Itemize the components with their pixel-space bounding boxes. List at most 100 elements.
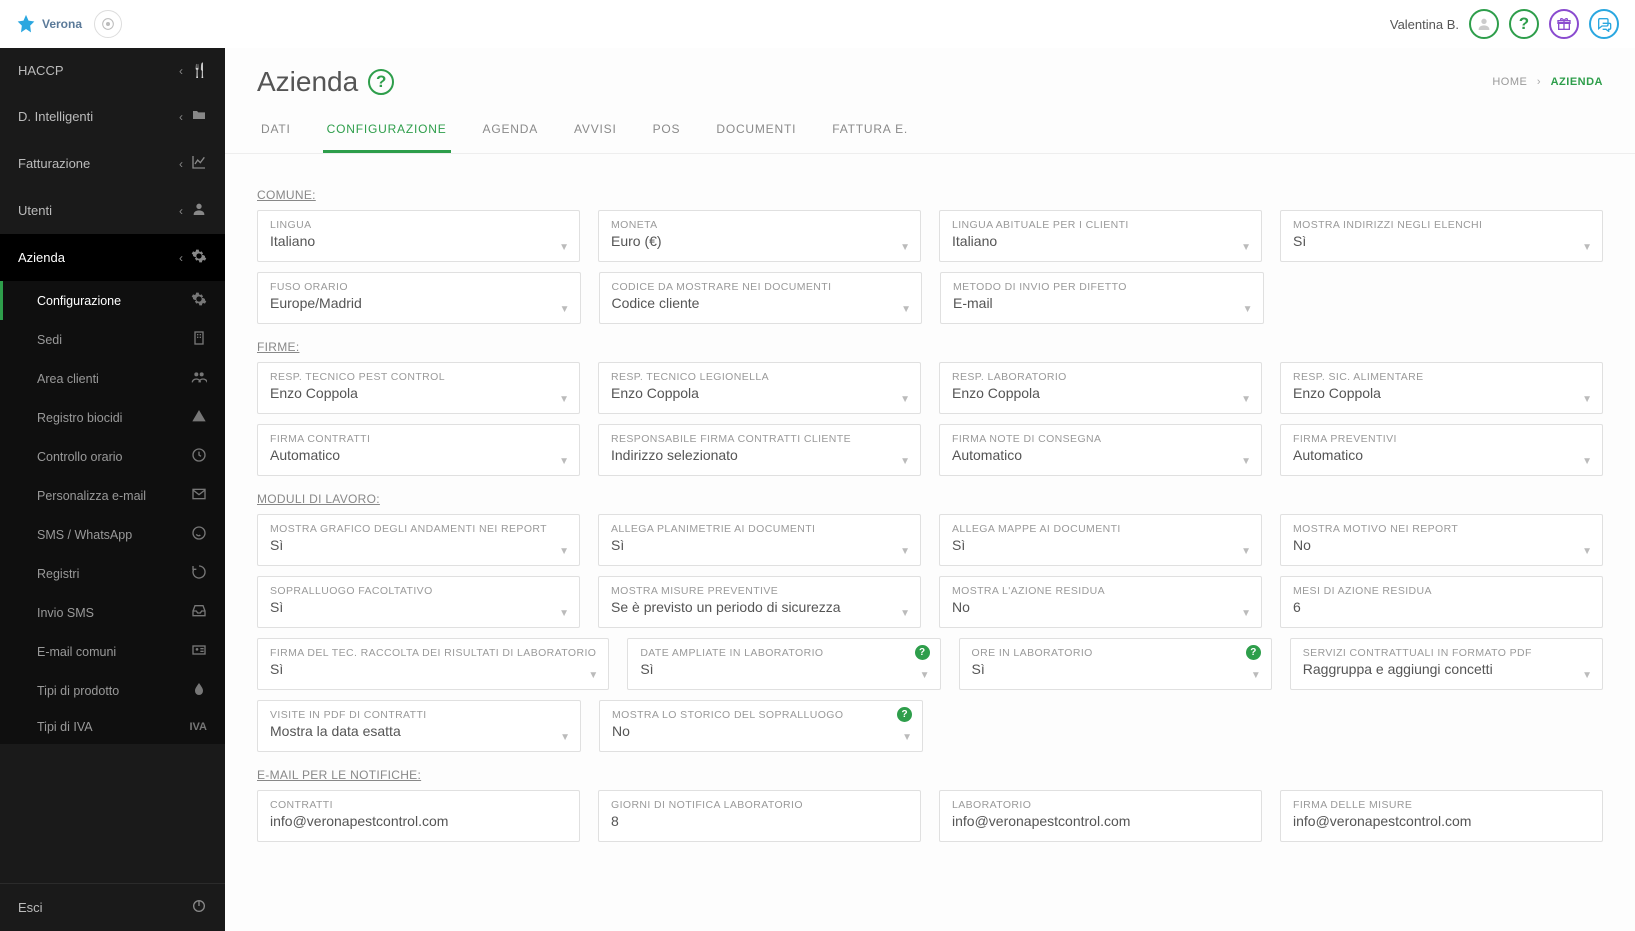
sub-sedi[interactable]: Sedi	[0, 320, 225, 359]
sub-area-clienti[interactable]: Area clienti	[0, 359, 225, 398]
tab-documenti[interactable]: DOCUMENTI	[712, 108, 800, 153]
field-firma-preventivi[interactable]: FIRMA PREVENTIVIAutomatico▼	[1280, 424, 1603, 476]
brand-text: Verona	[42, 17, 82, 31]
field-mostra-indirizzi[interactable]: MOSTRA INDIRIZZI NEGLI ELENCHISì▼	[1280, 210, 1603, 262]
field-mostra-grafico[interactable]: MOSTRA GRAFICO DEGLI ANDAMENTI NEI REPOR…	[257, 514, 580, 566]
sub-personalizza-email[interactable]: Personalizza e-mail	[0, 476, 225, 515]
field-servizi-contrattuali-pdf[interactable]: SERVIZI CONTRATTUALI IN FORMATO PDFRaggr…	[1290, 638, 1603, 690]
field-resp-pest-control[interactable]: RESP. TECNICO PEST CONTROLEnzo Coppola▼	[257, 362, 580, 414]
sidebar-item-fatturazione[interactable]: Fatturazione ‹	[0, 140, 225, 187]
user-name: Valentina B.	[1390, 17, 1459, 32]
chevron-down-icon: ▼	[1582, 546, 1592, 557]
field-metodo-invio[interactable]: METODO DI INVIO PER DIFETTOE-mail▼	[940, 272, 1264, 324]
sub-configurazione[interactable]: Configurazione	[0, 281, 225, 320]
sidebar-exit[interactable]: Esci	[0, 883, 225, 931]
sub-invio-sms[interactable]: Invio SMS	[0, 593, 225, 632]
sidebar-item-intelligenti[interactable]: D. Intelligenti ‹	[0, 93, 225, 140]
chevron-down-icon: ▼	[901, 304, 911, 315]
tab-dati[interactable]: DATI	[257, 108, 295, 153]
field-resp-laboratorio[interactable]: RESP. LABORATORIOEnzo Coppola▼	[939, 362, 1262, 414]
app-logo[interactable]: Verona	[16, 14, 82, 34]
user-icon	[191, 201, 207, 220]
iva-badge: IVA	[189, 721, 207, 733]
target-icon	[100, 16, 116, 32]
help-button[interactable]: ?	[1509, 9, 1539, 39]
folder-icon	[191, 107, 207, 126]
sidebar-item-utenti[interactable]: Utenti ‹	[0, 187, 225, 234]
field-lingua[interactable]: LINGUAItaliano▼	[257, 210, 580, 262]
building-icon	[191, 330, 207, 349]
sidebar-submenu: Configurazione Sedi Area clienti Registr…	[0, 281, 225, 744]
section-comune-title: COMUNE:	[257, 188, 1603, 202]
field-help-icon[interactable]: ?	[897, 707, 912, 722]
tab-agenda[interactable]: AGENDA	[479, 108, 542, 153]
field-firma-contratti[interactable]: FIRMA CONTRATTIAutomatico▼	[257, 424, 580, 476]
field-ore-laboratorio[interactable]: ?ORE IN LABORATORIOSì▼	[959, 638, 1272, 690]
field-sopralluogo-facoltativo[interactable]: SOPRALLUOGO FACOLTATIVOSì▼	[257, 576, 580, 628]
id-card-icon	[191, 642, 207, 661]
field-giorni-notifica-lab[interactable]: GIORNI DI NOTIFICA LABORATORIO8	[598, 790, 921, 842]
tab-pos[interactable]: POS	[649, 108, 685, 153]
field-resp-sic-alimentare[interactable]: RESP. SIC. ALIMENTAREEnzo Coppola▼	[1280, 362, 1603, 414]
chevron-down-icon: ▼	[560, 732, 570, 743]
field-visite-pdf-contratti[interactable]: VISITE IN PDF DI CONTRATTIMostra la data…	[257, 700, 581, 752]
field-email-firma-misure[interactable]: FIRMA DELLE MISUREinfo@veronapestcontrol…	[1280, 790, 1603, 842]
user-avatar-button[interactable]	[1469, 9, 1499, 39]
sub-sms-whatsapp[interactable]: SMS / WhatsApp	[0, 515, 225, 554]
field-moneta[interactable]: MONETAEuro (€)▼	[598, 210, 921, 262]
field-resp-firma-cliente[interactable]: RESPONSABILE FIRMA CONTRATTI CLIENTEIndi…	[598, 424, 921, 476]
sub-tipi-prodotto[interactable]: Tipi di prodotto	[0, 671, 225, 710]
section-moduli-title: MODULI DI LAVORO:	[257, 492, 1603, 506]
section-firme-title: FIRME:	[257, 340, 1603, 354]
topbar: Verona Valentina B. ?	[0, 0, 1635, 48]
field-mostra-misure-preventive[interactable]: MOSTRA MISURE PREVENTIVESe è previsto un…	[598, 576, 921, 628]
sidebar-item-haccp[interactable]: HACCP ‹ 🍴	[0, 48, 225, 93]
section-email-title: E-MAIL PER LE NOTIFICHE:	[257, 768, 1603, 782]
history-icon	[191, 564, 207, 583]
pin-sidebar-button[interactable]	[94, 10, 122, 38]
whatsapp-icon	[191, 525, 207, 544]
clock-icon	[191, 447, 207, 466]
chat-button[interactable]	[1589, 9, 1619, 39]
field-date-ampliate-lab[interactable]: ?DATE AMPLIATE IN LABORATORIOSì▼	[627, 638, 940, 690]
field-allega-mappe[interactable]: ALLEGA MAPPE AI DOCUMENTISì▼	[939, 514, 1262, 566]
tabs: DATI CONFIGURAZIONE AGENDA AVVISI POS DO…	[225, 108, 1635, 154]
breadcrumb-home[interactable]: HOME	[1492, 76, 1527, 88]
field-codice-documenti[interactable]: CODICE DA MOSTRARE NEI DOCUMENTICodice c…	[599, 272, 923, 324]
chevron-down-icon: ▼	[1241, 394, 1251, 405]
sub-email-comuni[interactable]: E-mail comuni	[0, 632, 225, 671]
field-mostra-azione-residua[interactable]: MOSTRA L'AZIONE RESIDUANo▼	[939, 576, 1262, 628]
field-mesi-azione-residua[interactable]: MESI DI AZIONE RESIDUA6	[1280, 576, 1603, 628]
page-header: Azienda ? HOME › AZIENDA	[225, 48, 1635, 108]
tab-fattura-e[interactable]: FATTURA E.	[828, 108, 912, 153]
chevron-down-icon: ▼	[900, 394, 910, 405]
sidebar-item-azienda[interactable]: Azienda ‹	[0, 234, 225, 281]
tab-avvisi[interactable]: AVVISI	[570, 108, 621, 153]
sub-tipi-iva[interactable]: Tipi di IVAIVA	[0, 710, 225, 744]
chevron-down-icon: ▼	[1582, 242, 1592, 253]
field-mostra-storico-sopralluogo[interactable]: ?MOSTRA LO STORICO DEL SOPRALLUOGONo▼	[599, 700, 923, 752]
field-help-icon[interactable]: ?	[1246, 645, 1261, 660]
chart-icon	[191, 154, 207, 173]
field-firma-tec-risultati[interactable]: FIRMA DEL TEC. RACCOLTA DEI RISULTATI DI…	[257, 638, 609, 690]
field-email-contratti[interactable]: CONTRATTIinfo@veronapestcontrol.com	[257, 790, 580, 842]
user-icon	[1476, 16, 1492, 32]
field-mostra-motivo[interactable]: MOSTRA MOTIVO NEI REPORTNo▼	[1280, 514, 1603, 566]
gift-button[interactable]	[1549, 9, 1579, 39]
chevron-down-icon: ▼	[902, 732, 912, 743]
page-help-button[interactable]: ?	[368, 69, 394, 95]
sub-registri[interactable]: Registri	[0, 554, 225, 593]
chevron-down-icon: ▼	[559, 394, 569, 405]
tab-configurazione[interactable]: CONFIGURAZIONE	[323, 108, 451, 153]
field-allega-planimetrie[interactable]: ALLEGA PLANIMETRIE AI DOCUMENTISì▼	[598, 514, 921, 566]
field-email-laboratorio[interactable]: LABORATORIOinfo@veronapestcontrol.com	[939, 790, 1262, 842]
field-help-icon[interactable]: ?	[915, 645, 930, 660]
field-firma-note-consegna[interactable]: FIRMA NOTE DI CONSEGNAAutomatico▼	[939, 424, 1262, 476]
power-icon	[191, 898, 207, 917]
field-fuso-orario[interactable]: FUSO ORARIOEurope/Madrid▼	[257, 272, 581, 324]
field-resp-legionella[interactable]: RESP. TECNICO LEGIONELLAEnzo Coppola▼	[598, 362, 921, 414]
sub-registro-biocidi[interactable]: Registro biocidi	[0, 398, 225, 437]
sub-controllo-orario[interactable]: Controllo orario	[0, 437, 225, 476]
field-lingua-clienti[interactable]: LINGUA ABITUALE PER I CLIENTIItaliano▼	[939, 210, 1262, 262]
chevron-down-icon: ▼	[1582, 670, 1592, 681]
